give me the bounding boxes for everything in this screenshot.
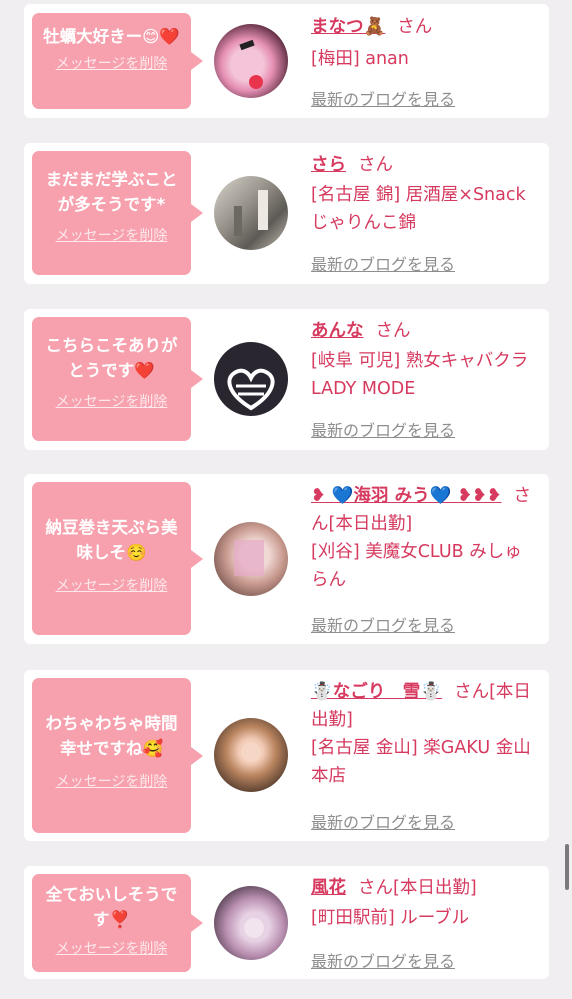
blurred-face-icon — [234, 540, 264, 576]
message-bubble: まだまだ学ぶことが多そうです* メッセージを削除 — [32, 151, 203, 275]
scrollbar-thumb[interactable] — [565, 844, 569, 890]
avatar[interactable] — [214, 522, 288, 596]
cast-info: ☃️なごり 雪☃️ さん[本日出勤] [名古屋 金山] 楽GAKU 金山本店 — [311, 678, 535, 790]
message-text: 全ておいしそうです❣️ — [45, 885, 178, 929]
latest-blog-link[interactable]: 最新のブログを見る — [311, 809, 455, 833]
message-card: わちゃわちゃ時間幸せですね🥰 メッセージを削除 ☃️なごり 雪☃️ さん[本日出勤… — [24, 670, 549, 841]
portrait-icon — [244, 918, 264, 938]
avatar[interactable] — [214, 886, 288, 960]
avatar[interactable] — [214, 718, 288, 792]
honorific: さん — [397, 17, 433, 37]
shop-name: [名古屋 金山] 楽GAKU 金山本店 — [311, 738, 531, 786]
cast-name-link[interactable]: ☃️なごり 雪☃️ — [311, 682, 442, 702]
avatar[interactable] — [214, 176, 288, 250]
message-card: まだまだ学ぶことが多そうです* メッセージを削除 さら さん [名古屋 錦] 居酒… — [24, 143, 549, 284]
cast-name-link[interactable]: あんな — [311, 321, 364, 341]
avatar[interactable] — [214, 342, 288, 416]
shop-name: [町田駅前] ルーブル — [311, 908, 470, 928]
shop-name: [名古屋 錦] 居酒屋×Snack じゃりんこ錦 — [311, 185, 526, 233]
avatar[interactable] — [214, 24, 288, 98]
photo-thumbnail-icon — [234, 190, 268, 236]
attendance-status: [本日出勤] — [393, 878, 477, 898]
shop-name: [岐阜 可児] 熟女キャバクラ LADY MODE — [311, 351, 529, 399]
message-card: 牡蠣大好きー😊❤️ メッセージを削除 まなつ🧸 さん [梅田] anan 最新のブ… — [24, 4, 549, 118]
cast-name-link[interactable]: 風花 — [311, 878, 346, 898]
heart-icon — [227, 368, 275, 411]
shop-name: [刈谷] 美魔女CLUB みしゅらん — [311, 542, 522, 590]
message-text: わちゃわちゃ時間幸せですね🥰 — [45, 714, 178, 758]
delete-message-link[interactable]: メッセージを削除 — [32, 53, 191, 73]
cast-info: さら さん [名古屋 錦] 居酒屋×Snack じゃりんこ錦 — [311, 151, 535, 237]
latest-blog-link[interactable]: 最新のブログを見る — [311, 251, 455, 275]
message-card: 納豆巻き天ぷら美味しそ☺️ メッセージを削除 ❥ 💙海羽 みう💙 ❥❥❥ さん[本… — [24, 474, 549, 644]
portrait-icon — [241, 742, 261, 762]
sparkle-icon — [239, 39, 263, 89]
honorific: さん — [375, 321, 411, 341]
message-bubble: 全ておいしそうです❣️ メッセージを削除 — [32, 874, 203, 972]
honorific: さん — [454, 682, 490, 702]
honorific: さん — [358, 155, 393, 175]
cast-name-link[interactable]: ❥ 💙海羽 みう💙 ❥❥❥ — [311, 486, 502, 506]
cast-info: 風花 さん[本日出勤] [町田駅前] ルーブル — [311, 874, 535, 932]
latest-blog-link[interactable]: 最新のブログを見る — [311, 948, 455, 972]
message-text: 牡蠣大好きー😊❤️ — [43, 27, 180, 46]
delete-message-link[interactable]: メッセージを削除 — [32, 225, 191, 245]
honorific: さん — [358, 878, 393, 898]
message-text: こちらこそありがとうです❤️ — [45, 336, 178, 380]
delete-message-link[interactable]: メッセージを削除 — [32, 771, 191, 791]
cast-info: ❥ 💙海羽 みう💙 ❥❥❥ さん[本日出勤] [刈谷] 美魔女CLUB みしゅらん — [311, 482, 535, 594]
delete-message-link[interactable]: メッセージを削除 — [32, 938, 191, 958]
message-bubble: 牡蠣大好きー😊❤️ メッセージを削除 — [32, 13, 203, 109]
delete-message-link[interactable]: メッセージを削除 — [32, 391, 191, 411]
delete-message-link[interactable]: メッセージを削除 — [32, 575, 191, 595]
message-card: こちらこそありがとうです❤️ メッセージを削除 あんな さん [岐阜 可児] 熟女… — [24, 309, 549, 450]
shop-name: [梅田] anan — [311, 49, 409, 69]
message-bubble: 納豆巻き天ぷら美味しそ☺️ メッセージを削除 — [32, 482, 203, 635]
message-card: 全ておいしそうです❣️ メッセージを削除 風花 さん[本日出勤] [町田駅前] ル… — [24, 866, 549, 979]
cast-info: まなつ🧸 さん [梅田] anan — [311, 13, 535, 73]
cast-name-link[interactable]: さら — [311, 155, 346, 175]
latest-blog-link[interactable]: 最新のブログを見る — [311, 417, 455, 441]
latest-blog-link[interactable]: 最新のブログを見る — [311, 612, 455, 636]
message-bubble: こちらこそありがとうです❤️ メッセージを削除 — [32, 317, 203, 441]
message-text: 納豆巻き天ぷら美味しそ☺️ — [45, 518, 178, 562]
latest-blog-link[interactable]: 最新のブログを見る — [311, 86, 455, 110]
cast-name-link[interactable]: まなつ🧸 — [311, 17, 385, 37]
message-text: まだまだ学ぶことが多そうです* — [45, 170, 178, 214]
cast-info: あんな さん [岐阜 可児] 熟女キャバクラ LADY MODE — [311, 317, 535, 403]
message-bubble: わちゃわちゃ時間幸せですね🥰 メッセージを削除 — [32, 678, 203, 833]
attendance-status: [本日出勤] — [328, 514, 413, 534]
